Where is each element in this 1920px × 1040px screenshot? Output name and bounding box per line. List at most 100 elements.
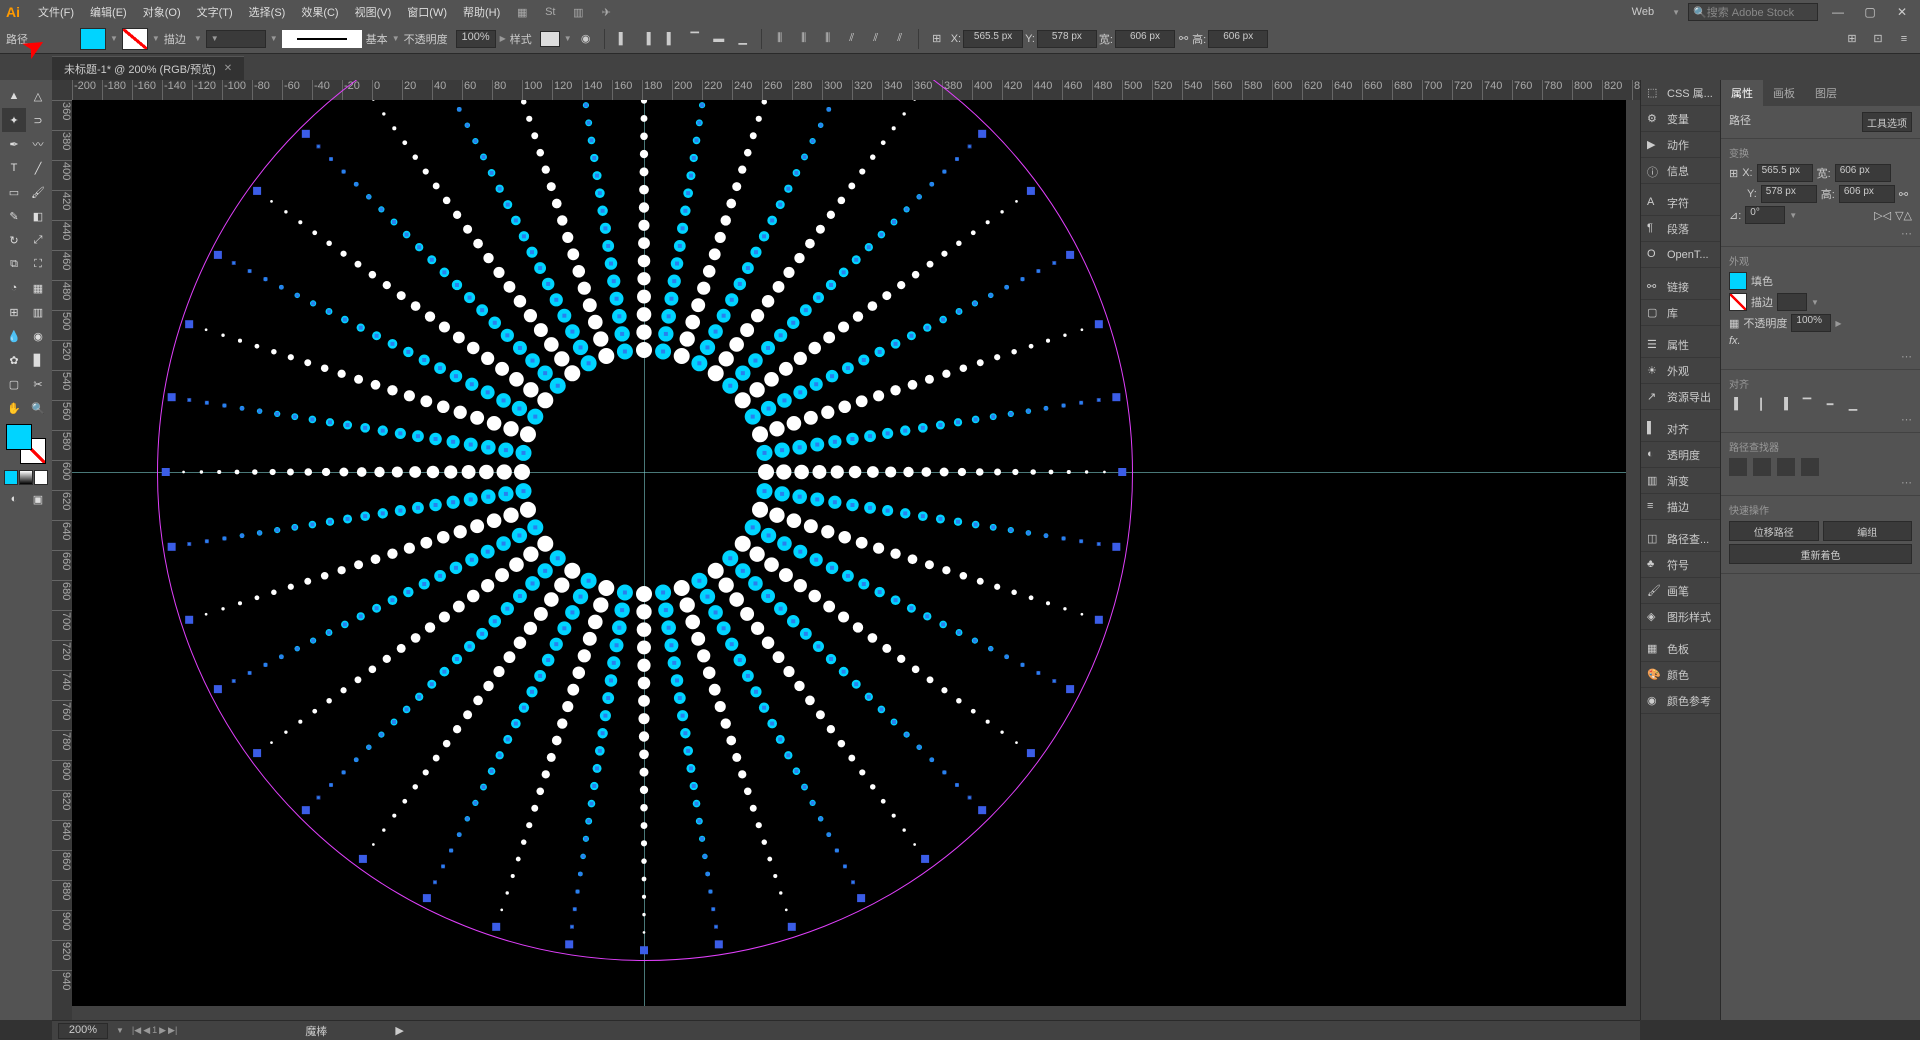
ref-point-icon[interactable]: ⊞ [1729,167,1738,180]
prop-stroke-weight[interactable] [1777,293,1807,311]
transform-icon[interactable]: ⊞ [927,29,947,49]
align-top-icon[interactable]: ▔ [1798,395,1816,413]
offset-path-button[interactable]: 位移路径 [1729,521,1819,541]
panel-gradient[interactable]: ▥渐变 [1641,468,1720,494]
group-button[interactable]: 编组 [1823,521,1913,541]
fill-swatch[interactable] [80,28,106,50]
arrange-icon[interactable]: ▥ [568,2,588,22]
prop-stroke-swatch[interactable] [1729,293,1747,311]
close-icon[interactable]: ✕ [224,63,232,74]
chevron-down-icon[interactable]: ▼ [194,34,202,43]
distribute-icon[interactable]: ⫽ [866,29,886,49]
style-swatch[interactable] [540,31,560,47]
align-right-icon[interactable]: ▌ [661,29,681,49]
panel-color-guide[interactable]: ◉颜色参考 [1641,688,1720,714]
pen-tool[interactable]: ✒ [2,132,26,156]
tool-options-button[interactable]: 工具选项 [1862,112,1912,132]
workspace-switcher[interactable]: Web [1622,6,1664,18]
prop-opacity-input[interactable]: 100% [1791,314,1831,332]
minimize-button[interactable]: — [1826,4,1850,20]
recolor-button[interactable]: 重新着色 [1729,544,1912,564]
panel-opentype[interactable]: OOpenT... [1641,242,1720,268]
shaper-tool[interactable]: ✎ [2,204,26,228]
line-tool[interactable]: ╱ [26,156,50,180]
panel-color[interactable]: 🎨颜色 [1641,662,1720,688]
brush-tool[interactable]: 🖌 [26,180,50,204]
color-mode[interactable] [4,470,18,485]
w-input[interactable]: 606 px [1115,30,1175,48]
lasso-tool[interactable]: ⊃ [26,108,50,132]
flip-h-icon[interactable]: ▷◁ [1874,209,1891,222]
direct-select-tool[interactable]: △ [26,84,50,108]
rotate-tool[interactable]: ↻ [2,228,26,252]
eyedropper-tool[interactable]: 💧 [2,324,26,348]
artboard-nav[interactable]: |◀◀1▶▶| [132,1025,177,1036]
panel-links[interactable]: ⚯链接 [1641,274,1720,300]
opacity-input[interactable]: 100% [456,30,496,48]
prop-angle-input[interactable]: 0° [1745,206,1785,224]
draw-mode[interactable]: ◐ [2,487,26,511]
align-right-icon[interactable]: ▐ [1775,395,1793,413]
prop-fill-swatch[interactable] [1729,272,1747,290]
graph-tool[interactable]: ▊ [26,348,50,372]
menu-icon[interactable]: ≡ [1894,29,1914,49]
panel-asset-export[interactable]: ↗资源导出 [1641,384,1720,410]
menu-file[interactable]: 文件(F) [30,4,82,20]
menu-type[interactable]: 文字(T) [189,4,241,20]
rectangle-tool[interactable]: ▭ [2,180,26,204]
stock-icon[interactable]: St [540,2,560,22]
curvature-tool[interactable]: 〰 [26,132,50,156]
tab-properties[interactable]: 属性 [1721,80,1763,106]
menu-window[interactable]: 窗口(W) [399,4,455,20]
fill-stroke-indicator[interactable] [6,424,46,464]
mesh-tool[interactable]: ⊞ [2,300,26,324]
stroke-swatch[interactable] [122,28,148,50]
menu-view[interactable]: 视图(V) [347,4,400,20]
panel-actions[interactable]: ▶动作 [1641,132,1720,158]
scrollbar-horizontal[interactable] [72,1006,1640,1020]
menu-help[interactable]: 帮助(H) [455,4,508,20]
opacity-label[interactable]: 不透明度 [404,31,448,47]
panel-info[interactable]: ⓘ信息 [1641,158,1720,184]
search-input[interactable]: 🔍 搜索 Adobe Stock [1688,3,1818,21]
eraser-tool[interactable]: ◧ [26,204,50,228]
panel-brushes[interactable]: 🖌画笔 [1641,578,1720,604]
flip-v-icon[interactable]: ▽△ [1895,209,1912,222]
gpu-icon[interactable]: ✈ [596,2,616,22]
align-hcenter-icon[interactable]: ┃ [1752,395,1770,413]
menu-select[interactable]: 选择(S) [241,4,294,20]
symbol-tool[interactable]: ✿ [2,348,26,372]
panel-symbols[interactable]: ♣符号 [1641,552,1720,578]
style-label[interactable]: 样式 [510,31,532,47]
fx-button[interactable]: fx. [1729,335,1741,347]
chevron-down-icon[interactable]: ▼ [152,34,160,43]
width-tool[interactable]: ⧉ [2,252,26,276]
type-tool[interactable]: T [2,156,26,180]
align-left-icon[interactable]: ▌ [1729,395,1747,413]
bridge-icon[interactable]: ▦ [512,2,532,22]
panel-graphic-styles[interactable]: ◈图形样式 [1641,604,1720,630]
ruler-origin[interactable] [52,80,72,100]
gradient-tool[interactable]: ▥ [26,300,50,324]
panel-libraries[interactable]: ▢库 [1641,300,1720,326]
pathfinder-intersect-icon[interactable] [1777,458,1795,476]
zoom-input[interactable]: 200% [58,1023,108,1039]
x-input[interactable]: 565.5 px [963,30,1023,48]
artboard-tool[interactable]: ▢ [2,372,26,396]
stroke-weight-input[interactable]: ▼ [206,30,266,48]
free-transform-tool[interactable]: ⛶ [26,252,50,276]
magic-wand-tool[interactable]: ✦ [2,108,26,132]
h-input[interactable]: 606 px [1208,30,1268,48]
link-icon[interactable]: ⚯ [1899,188,1908,201]
align-bottom-icon[interactable]: ▁ [733,29,753,49]
distribute-icon[interactable]: ⫼ [770,29,790,49]
menu-effect[interactable]: 效果(C) [293,4,346,20]
align-hcenter-icon[interactable]: ▐ [637,29,657,49]
prefs-icon[interactable]: ⊡ [1868,29,1888,49]
stroke-profile[interactable] [282,30,362,48]
blend-tool[interactable]: ◉ [26,324,50,348]
tab-artboard[interactable]: 画板 [1763,80,1805,106]
prop-y-input[interactable]: 578 px [1761,185,1817,203]
menu-object[interactable]: 对象(O) [135,4,189,20]
pathfinder-exclude-icon[interactable] [1801,458,1819,476]
